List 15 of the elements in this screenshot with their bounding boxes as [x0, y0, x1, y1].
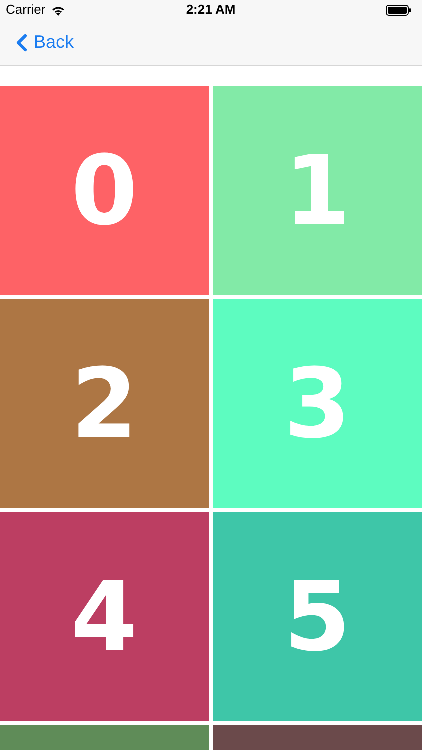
color-tile[interactable]: 2	[0, 299, 209, 508]
color-tile[interactable]: 0	[0, 86, 209, 295]
wifi-icon	[50, 4, 66, 16]
color-tile[interactable]: 5	[213, 512, 422, 721]
color-tile[interactable]: 4	[0, 512, 209, 721]
battery-icon	[386, 4, 411, 16]
tile-number: 2	[71, 356, 138, 452]
clock-time: 2:21 AM	[186, 1, 236, 20]
tile-number: 0	[71, 142, 138, 238]
back-button[interactable]: Back	[8, 28, 74, 56]
tile-number: 1	[284, 142, 351, 238]
tile-number: 5	[284, 568, 351, 664]
tile-number: 4	[71, 568, 138, 664]
tile-number: 3	[284, 356, 351, 452]
carrier-label: Carrier	[6, 1, 46, 20]
